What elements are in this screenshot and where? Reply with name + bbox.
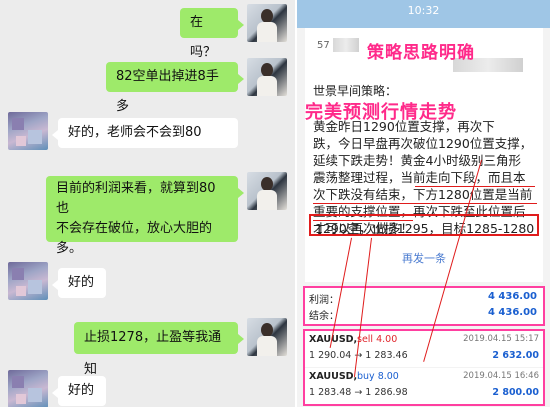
user-avatar[interactable]: [247, 4, 287, 42]
chat-message-received[interactable]: 好的: [52, 268, 106, 298]
chat-message-sent[interactable]: 目前的利润来看，就算到80也 不会存在破位，放心大胆的 多。: [46, 176, 244, 256]
status-time: 10:32: [407, 4, 440, 17]
chat-message-sent[interactable]: 在吗？: [180, 8, 244, 60]
blurred-sender: [333, 38, 359, 52]
strategy-card: 57 策略思路明确 世景早间策略： 完美预测行情走势 黄金昨日1290位置支撑，…: [305, 28, 543, 282]
contact-avatar[interactable]: [8, 112, 48, 150]
user-avatar[interactable]: [247, 318, 287, 356]
chat-message-received[interactable]: 好的: [52, 376, 106, 406]
chat-panel: 在吗？ 82空单出掉进8手多 好的，老师会不会到80 目前的利润来看，就算到80…: [0, 0, 295, 407]
message-line: 不会存在破位，放心大胆的: [56, 221, 213, 236]
orders-highlight-box: [303, 329, 545, 406]
annotation-underline: [415, 186, 535, 187]
strategy-line: 黄金昨日1290位置支撑，再次下: [313, 119, 495, 134]
message-text: 在吗？: [190, 15, 217, 60]
message-line: 多。: [56, 241, 83, 256]
message-line: 目前的利润来看，就算到80也: [56, 181, 216, 216]
user-avatar[interactable]: [247, 58, 287, 96]
strategy-line: 震荡整理过程，当前走向下段，而且本: [313, 170, 526, 185]
message-text: 好的: [68, 383, 95, 398]
chat-message-received[interactable]: 好的，老师会不会到80: [52, 118, 238, 148]
message-text: 82空单出掉进8手多: [116, 69, 219, 114]
contact-avatar[interactable]: [8, 370, 48, 407]
send-again-link[interactable]: 再发一条: [305, 250, 543, 266]
annotation-underline: [313, 203, 537, 204]
phone-screenshot: 10:32 57 策略思路明确 世景早间策略： 完美预测行情走势 黄金昨日129…: [297, 0, 550, 407]
message-text: 止损1278，止盈等我通知: [84, 330, 222, 377]
strategy-result: 1290空，止损1295，目标1285-1280: [315, 221, 535, 236]
contact-avatar[interactable]: [8, 262, 48, 300]
headline-strategy: 策略思路明确: [367, 43, 475, 63]
chat-message-sent[interactable]: 82空单出掉进8手多: [106, 62, 244, 114]
sender-number: 57: [317, 40, 330, 51]
strategy-line: 次下跌没有结束，下方1280位置是当前: [313, 187, 533, 202]
strategy-title: 世景早间策略：: [313, 84, 398, 98]
strategy-line: 延续下跌走势！黄金4小时级别三角形: [313, 153, 521, 168]
message-text: 好的，老师会不会到80: [68, 125, 202, 140]
chat-message-sent[interactable]: 止损1278，止盈等我通知: [74, 322, 244, 377]
user-avatar[interactable]: [247, 172, 287, 210]
status-bar: 10:32: [297, 0, 550, 28]
message-text: 好的: [68, 275, 95, 290]
strategy-line: 跌，今日早盘再次破位1290位置支撑，: [313, 136, 533, 151]
